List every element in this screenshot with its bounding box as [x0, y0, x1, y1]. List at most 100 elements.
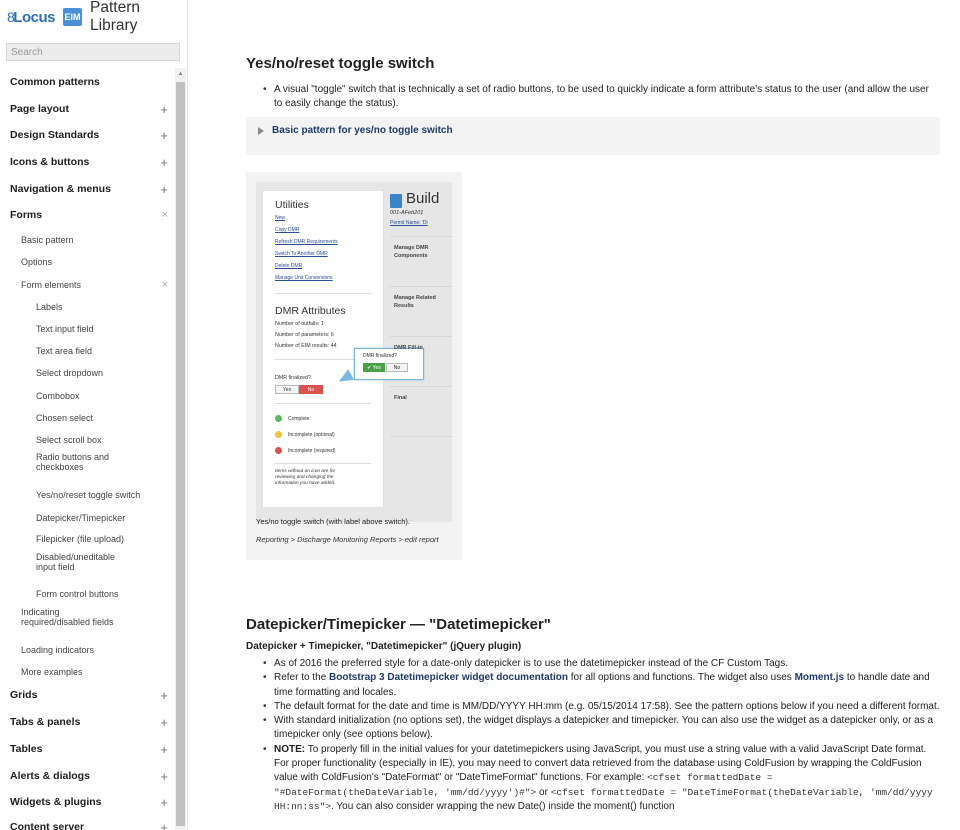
collapse-x-icon[interactable]: × — [162, 279, 168, 291]
expand-plus-icon[interactable]: + — [160, 820, 168, 830]
expand-plus-icon[interactable]: + — [160, 182, 168, 197]
example-screenshot: Utilities New Copy DMR Refresh DMR Requi… — [256, 182, 452, 522]
locus-logo[interactable]: 8Locus — [7, 9, 55, 26]
bootstrap-docs-link[interactable]: Bootstrap 3 Datetimepicker widget docume… — [329, 672, 568, 683]
no-toggle[interactable]: No — [299, 385, 323, 394]
sidebar-item-form-elements[interactable]: Form elements × — [0, 278, 174, 292]
app-title: Pattern Library — [90, 0, 141, 34]
attr-text: Number of outfalls: 1 — [275, 321, 324, 327]
sidebar-item-more-examples[interactable]: More examples — [0, 665, 174, 679]
attributes-title: DMR Attributes — [275, 305, 346, 317]
yes-toggle[interactable]: Yes — [275, 385, 299, 394]
sidebar-item-disabled-uneditable-input-field[interactable]: Disabled/uneditable input field — [0, 552, 174, 572]
moment-link[interactable]: Moment.js — [795, 672, 844, 683]
expand-plus-icon[interactable]: + — [160, 742, 168, 757]
sidebar-item-select-scroll-box[interactable]: Select scroll box — [0, 433, 174, 447]
sidebar-item-radio-buttons-and-checkboxes[interactable]: Radio buttons and checkboxes — [0, 452, 174, 472]
expand-plus-icon[interactable]: + — [160, 155, 168, 170]
sidebar-item-options[interactable]: Options — [0, 255, 174, 269]
sidebar-item-label: Combobox — [36, 390, 80, 401]
sidebar-item-label: Widgets & plugins — [10, 795, 102, 808]
sidebar-item-label: Select scroll box — [36, 434, 102, 445]
sidebar: 8Locus EIM Pattern Library Common patter… — [0, 0, 188, 830]
permit-link[interactable]: Permit Name: 'Di — [390, 220, 428, 226]
sidebar-item-alerts-dialogs[interactable]: Alerts & dialogs + — [0, 769, 174, 784]
search-input[interactable] — [6, 43, 180, 61]
expand-arrow-icon[interactable] — [258, 126, 264, 135]
sidebar-item-filepicker-file-upload[interactable]: Filepicker (file upload) — [0, 532, 174, 546]
attr-text: Number of parameters: 6 — [275, 332, 334, 338]
error-icon — [275, 447, 282, 454]
sidebar-item-navigation-menus[interactable]: Navigation & menus + — [0, 182, 174, 197]
sidebar-item-labels[interactable]: Labels — [0, 300, 174, 314]
accordion-basic-pattern[interactable]: Basic pattern for yes/no toggle switch — [246, 117, 940, 155]
sidebar-item-label: Chosen select — [36, 412, 94, 423]
list-item: NOTE: To properly fill in the initial va… — [246, 743, 940, 814]
util-link[interactable]: New — [275, 215, 285, 221]
sidebar-item-label: More examples — [21, 666, 83, 677]
sidebar-item-label: Common patterns — [10, 75, 100, 88]
expand-plus-icon[interactable]: + — [160, 769, 168, 784]
list-item: As of 2016 the preferred style for a dat… — [246, 657, 940, 672]
sidebar-item-basic-pattern[interactable]: Basic pattern — [0, 233, 174, 247]
sidebar-item-indicating-required-disabled-fields[interactable]: Indicating required/disabled fields — [0, 607, 174, 627]
sidebar-item-label: Basic pattern — [21, 234, 74, 245]
sidebar-item-label: Indicating required/disabled fields — [21, 607, 114, 627]
sidebar-item-content-server[interactable]: Content server + — [0, 820, 174, 830]
expand-plus-icon[interactable]: + — [160, 715, 168, 730]
sidebar-item-design-standards[interactable]: Design Standards + — [0, 128, 174, 143]
sidebar-item-tabs-panels[interactable]: Tabs & panels + — [0, 715, 174, 730]
scroll-up-arrow-icon[interactable]: ▲ — [175, 68, 186, 80]
sidebar-item-common-patterns[interactable]: Common patterns — [0, 75, 174, 89]
sidebar-item-label: Page layout — [10, 102, 69, 115]
sidebar-item-form-control-buttons[interactable]: Form control buttons — [0, 587, 174, 601]
sidebar-scrollbar[interactable]: ▲ — [175, 68, 186, 830]
sidebar-item-label: Grids — [10, 688, 38, 701]
util-link[interactable]: Manage Unit Conversions — [275, 275, 333, 281]
sidebar-item-grids[interactable]: Grids + — [0, 688, 174, 703]
sidebar-item-forms[interactable]: Forms × — [0, 208, 174, 222]
sidebar-item-label: Labels — [36, 301, 63, 312]
sidebar-item-chosen-select[interactable]: Chosen select — [0, 411, 174, 425]
sidebar-item-label: Alerts & dialogs — [10, 769, 90, 782]
sidebar-item-text-area-field[interactable]: Text area field — [0, 344, 174, 358]
util-link[interactable]: Refresh DMR Requirements — [275, 239, 338, 245]
sidebar-item-label: Loading indicators — [21, 644, 95, 655]
sidebar-item-label: Form control buttons — [36, 588, 119, 599]
sidebar-item-page-layout[interactable]: Page layout + — [0, 102, 174, 117]
sidebar-item-tables[interactable]: Tables + — [0, 742, 174, 757]
status-optional: Incomplete (optional) — [275, 431, 335, 438]
sidebar-item-label: Disabled/uneditable input field — [36, 552, 116, 572]
sidebar-item-datepicker-timepicker[interactable]: Datepicker/Timepicker — [0, 511, 174, 525]
util-link[interactable]: Switch To Another DMR — [275, 251, 328, 257]
expand-plus-icon[interactable]: + — [160, 128, 168, 143]
brand-header: 8Locus EIM Pattern Library — [0, 0, 187, 34]
collapse-x-icon[interactable]: × — [162, 209, 168, 221]
datetime-subtitle: Datepicker + Timepicker, "Datetimepicker… — [246, 641, 522, 652]
sidebar-item-label: Datepicker/Timepicker — [36, 512, 126, 523]
util-link[interactable]: Copy DMR — [275, 227, 299, 233]
sidebar-item-widgets-plugins[interactable]: Widgets & plugins + — [0, 795, 174, 810]
sidebar-item-loading-indicators[interactable]: Loading indicators — [0, 643, 174, 657]
eim-logo: EIM — [62, 8, 83, 26]
expand-plus-icon[interactable]: + — [160, 688, 168, 703]
scroll-thumb[interactable] — [176, 82, 185, 826]
status-required: Incomplete (required) — [275, 447, 336, 454]
sidebar-item-label: Tabs & panels — [10, 715, 81, 728]
sidebar-item-yes-no-reset-toggle-switch[interactable]: Yes/no/reset toggle switch — [0, 488, 174, 502]
sidebar-item-select-dropdown[interactable]: Select dropdown — [0, 366, 174, 380]
sidebar-item-combobox[interactable]: Combobox — [0, 389, 174, 403]
expand-plus-icon[interactable]: + — [160, 102, 168, 117]
sidebar-item-label: Design Standards — [10, 128, 100, 141]
expand-plus-icon[interactable]: + — [160, 795, 168, 810]
accordion-label[interactable]: Basic pattern for yes/no toggle switch — [272, 125, 453, 136]
sidebar-item-label: Tables — [10, 742, 43, 755]
list-item: The default format for the date and time… — [246, 700, 940, 715]
sidebar-item-icons-buttons[interactable]: Icons & buttons + — [0, 155, 174, 170]
popover-yes[interactable]: ✔ Yes — [363, 363, 385, 372]
sidebar-item-label: Forms — [10, 208, 43, 221]
phase-label: Manage DMR Components — [394, 245, 429, 259]
sidebar-item-text-input-field[interactable]: Text input field — [0, 322, 174, 336]
util-link[interactable]: Delete DMR — [275, 263, 302, 269]
sidebar-item-label: Form elements — [21, 279, 82, 290]
